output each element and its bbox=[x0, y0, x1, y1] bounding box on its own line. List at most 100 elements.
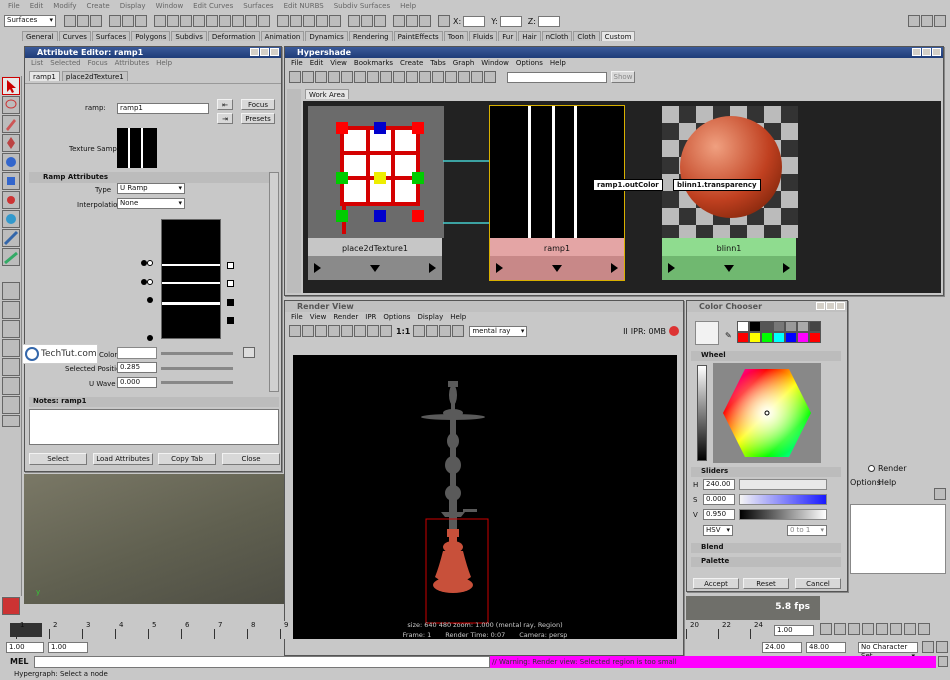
select-object-icon[interactable] bbox=[122, 15, 134, 27]
step-forward-icon[interactable] bbox=[904, 623, 916, 635]
palette-swatch[interactable] bbox=[749, 321, 761, 332]
s-field[interactable]: 0.000 bbox=[703, 494, 735, 505]
redo-render-icon[interactable] bbox=[289, 325, 301, 337]
go-output-button[interactable]: ⇥ bbox=[217, 113, 233, 124]
ae-menu-item[interactable]: Selected bbox=[50, 59, 80, 68]
help-menu[interactable]: Help bbox=[878, 478, 896, 487]
toggle-sidebar-icon[interactable] bbox=[908, 15, 920, 27]
hs-toggle-icon-4[interactable] bbox=[328, 71, 340, 83]
step-back-icon[interactable] bbox=[834, 623, 846, 635]
node-place2dtexture1[interactable]: place2dTexture1 bbox=[307, 105, 444, 281]
hs-search-field[interactable] bbox=[507, 71, 607, 83]
hs-menu-item[interactable]: Create bbox=[400, 59, 423, 68]
palette-swatch[interactable] bbox=[785, 321, 797, 332]
rotate-tool-icon[interactable] bbox=[1, 153, 20, 171]
hs-menu-item[interactable]: Edit bbox=[310, 59, 324, 68]
current-time-field[interactable]: 1.00 bbox=[774, 625, 814, 636]
expand-icon[interactable] bbox=[370, 264, 380, 272]
node-blinn1[interactable]: blinn1 bbox=[661, 105, 798, 281]
expand-output-icon[interactable] bbox=[429, 263, 436, 273]
shelf-tab-item[interactable]: Surfaces bbox=[91, 31, 131, 41]
compare-icon[interactable] bbox=[439, 325, 452, 337]
selected-position-slider[interactable] bbox=[161, 367, 233, 370]
ramp-delete-3[interactable] bbox=[227, 299, 234, 306]
character-set-dropdown[interactable]: No Character Set▾ bbox=[858, 642, 918, 660]
stop-icon[interactable] bbox=[669, 326, 679, 336]
selected-position-field[interactable]: 0.285 bbox=[117, 362, 157, 373]
time-slider[interactable]: 1 2 3 4 5 6 7 8 9 bbox=[8, 621, 288, 639]
history-in-icon[interactable] bbox=[348, 15, 360, 27]
last-tool-icon[interactable] bbox=[1, 229, 20, 247]
anim-prefs-icon[interactable] bbox=[922, 641, 934, 653]
shelf-tab-item[interactable]: Toon bbox=[443, 31, 468, 41]
palette-swatch[interactable] bbox=[737, 321, 749, 332]
shelf-tab-item[interactable]: Fluids bbox=[468, 31, 498, 41]
palette-swatch[interactable] bbox=[761, 321, 773, 332]
display-alpha-icon[interactable] bbox=[380, 325, 392, 337]
value-strip[interactable] bbox=[697, 365, 707, 461]
blinn-output-icon[interactable] bbox=[783, 263, 790, 273]
palette-swatch[interactable] bbox=[797, 321, 809, 332]
palette-swatch[interactable] bbox=[809, 332, 821, 343]
mask-icon[interactable] bbox=[154, 15, 166, 27]
main-menu-item[interactable]: Create bbox=[86, 0, 109, 12]
u-wave-field[interactable]: 0.000 bbox=[117, 377, 157, 388]
hs-swatch-icon[interactable] bbox=[445, 71, 457, 83]
soft-mod-icon[interactable] bbox=[1, 210, 20, 228]
shelf-tab-item[interactable]: Fur bbox=[498, 31, 518, 41]
hs-arrow-left-icon[interactable] bbox=[341, 71, 353, 83]
ramp-editor[interactable] bbox=[161, 219, 221, 339]
shelf-tab-item[interactable]: Cloth bbox=[573, 31, 600, 41]
type-dropdown[interactable]: U Ramp ▾ bbox=[117, 183, 185, 194]
color-wheel-box[interactable] bbox=[713, 363, 821, 463]
show-button[interactable]: Show bbox=[611, 71, 635, 83]
h-field[interactable]: 240.00 bbox=[703, 479, 735, 490]
shelf-tab-item[interactable]: Curves bbox=[58, 31, 91, 41]
time-slider-right[interactable]: 20 22 24 bbox=[686, 621, 776, 639]
hs-sort-icon[interactable] bbox=[458, 71, 470, 83]
hs-graph-icon[interactable] bbox=[380, 71, 392, 83]
main-menu-item[interactable]: Modify bbox=[53, 0, 76, 12]
main-menu-item[interactable]: Surfaces bbox=[243, 0, 273, 12]
hs-rearrange-icon[interactable] bbox=[432, 71, 444, 83]
rv-menu-item[interactable]: Help bbox=[450, 313, 466, 322]
palette-swatch[interactable] bbox=[809, 321, 821, 332]
play-back-icon[interactable] bbox=[862, 623, 874, 635]
ramp-handle-6[interactable] bbox=[147, 335, 153, 341]
options-menu[interactable]: Options bbox=[850, 478, 881, 487]
main-menu-item[interactable]: Window bbox=[156, 0, 184, 12]
move-tool-icon[interactable] bbox=[1, 134, 20, 152]
shelf-tab-item[interactable]: Deformation bbox=[207, 31, 260, 41]
palette-section-header[interactable]: Palette bbox=[691, 557, 841, 567]
expand-input-icon[interactable] bbox=[314, 263, 321, 273]
playback-end-field[interactable]: 24.00 bbox=[762, 642, 802, 653]
layout-two-icon[interactable] bbox=[1, 320, 20, 338]
x-field[interactable] bbox=[463, 15, 486, 27]
attr-scrollbar[interactable] bbox=[269, 172, 279, 392]
mask-icon-8[interactable] bbox=[245, 15, 257, 27]
ramp-expand-icon[interactable] bbox=[552, 264, 562, 272]
refresh-ipr-icon[interactable] bbox=[341, 325, 353, 337]
mask-icon-6[interactable] bbox=[219, 15, 231, 27]
go-input-button[interactable]: ⇤ bbox=[217, 99, 233, 110]
shelf-tab-item[interactable]: PaintEffects bbox=[393, 31, 443, 41]
keep-image-icon[interactable] bbox=[413, 325, 426, 337]
start-time-field[interactable]: 1.00 bbox=[6, 642, 44, 653]
u-wave-slider[interactable] bbox=[161, 381, 233, 384]
snap-plane-icon[interactable] bbox=[316, 15, 328, 27]
auto-key-icon[interactable] bbox=[936, 641, 948, 653]
ae-menu-item[interactable]: Focus bbox=[88, 59, 108, 68]
snapshot-icon[interactable] bbox=[315, 325, 327, 337]
ae-menu-item[interactable]: Help bbox=[156, 59, 172, 68]
mask-icon-4[interactable] bbox=[193, 15, 205, 27]
palette-swatch[interactable] bbox=[749, 332, 761, 343]
manipulator-icon[interactable] bbox=[1, 191, 20, 209]
current-color-swatch[interactable] bbox=[695, 321, 719, 345]
work-area[interactable]: place2dTexture1 ramp1 blinn1 ramp1.outCo… bbox=[303, 101, 941, 293]
color-wheel-hexagon[interactable] bbox=[713, 363, 821, 463]
end-time-field[interactable]: 48.00 bbox=[806, 642, 846, 653]
toggle-channel-icon[interactable] bbox=[921, 15, 933, 27]
hs-view-icon[interactable] bbox=[471, 71, 483, 83]
prev-key-icon[interactable] bbox=[848, 623, 860, 635]
shelf-tab-item[interactable]: General bbox=[22, 31, 58, 41]
